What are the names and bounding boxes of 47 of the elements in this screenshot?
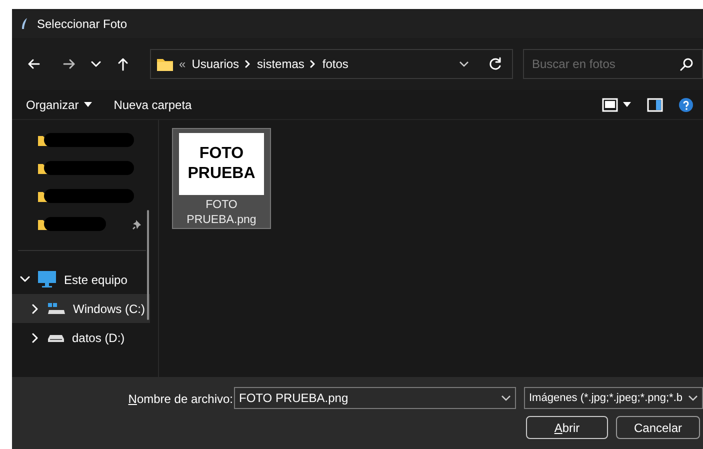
preview-pane-icon bbox=[647, 98, 663, 112]
drive-icon bbox=[48, 333, 64, 342]
image-thumbnail: FOTO PRUEBA bbox=[179, 133, 264, 195]
file-item[interactable]: FOTO PRUEBA FOTO PRUEBA.png bbox=[172, 128, 271, 229]
monitor-icon bbox=[38, 271, 56, 288]
chevron-down-icon bbox=[90, 61, 100, 67]
organize-menu[interactable]: Organizar bbox=[26, 96, 92, 114]
search-icon[interactable] bbox=[680, 58, 693, 71]
help-button[interactable] bbox=[679, 98, 693, 112]
tree-item[interactable]: datos (D:) bbox=[12, 323, 150, 352]
caret-icon bbox=[84, 102, 92, 107]
system-drive-icon bbox=[48, 303, 65, 314]
chevron-right-icon[interactable] bbox=[30, 332, 40, 342]
back-arrow-icon bbox=[26, 57, 40, 71]
view-icon bbox=[602, 98, 618, 112]
up-arrow-icon bbox=[116, 57, 130, 71]
open-button[interactable]: Abrir bbox=[526, 416, 608, 439]
chevron-right-icon bbox=[245, 60, 252, 68]
tree-item[interactable]: Este equipo bbox=[12, 265, 150, 294]
path-overflow[interactable]: « bbox=[179, 55, 186, 73]
chevron-down-icon[interactable] bbox=[20, 274, 30, 284]
preview-pane-button[interactable] bbox=[647, 98, 663, 112]
breadcrumb[interactable]: Usuarios bbox=[192, 55, 240, 73]
refresh-icon[interactable] bbox=[489, 57, 502, 71]
filename-label: Nombre de archivo: bbox=[128, 391, 233, 408]
dropdown-caret-icon bbox=[688, 395, 698, 401]
breadcrumb[interactable]: sistemas bbox=[257, 55, 304, 73]
view-button[interactable] bbox=[602, 98, 631, 112]
forward-arrow-icon bbox=[62, 57, 76, 71]
address-bar[interactable]: « Usuarios sistemas fotos bbox=[150, 49, 513, 79]
chevron-right-icon[interactable] bbox=[30, 304, 40, 314]
filename-field[interactable]: FOTO PRUEBA.png bbox=[234, 387, 516, 409]
scrollbar-thumb[interactable] bbox=[147, 210, 149, 320]
window-title: Seleccionar Foto bbox=[37, 16, 128, 32]
new-folder-button[interactable]: Nueva carpeta bbox=[114, 96, 192, 114]
chevron-right-icon bbox=[310, 60, 316, 68]
file-type-dropdown[interactable]: Imágenes (*.jpg;*.jpeg;*.png;*.b bbox=[524, 387, 703, 409]
feather-icon bbox=[20, 17, 29, 30]
help-icon bbox=[679, 98, 693, 112]
dropdown-caret-icon bbox=[501, 395, 511, 401]
cancel-button[interactable]: Cancelar bbox=[616, 416, 700, 439]
breadcrumb[interactable]: fotos bbox=[322, 55, 348, 73]
caret-icon bbox=[623, 102, 631, 107]
search-field[interactable]: Buscar en fotos bbox=[523, 49, 703, 79]
dropdown-caret-icon[interactable] bbox=[459, 61, 469, 67]
folder-icon bbox=[157, 57, 173, 71]
tree-item[interactable]: Windows (C:) bbox=[12, 294, 150, 323]
